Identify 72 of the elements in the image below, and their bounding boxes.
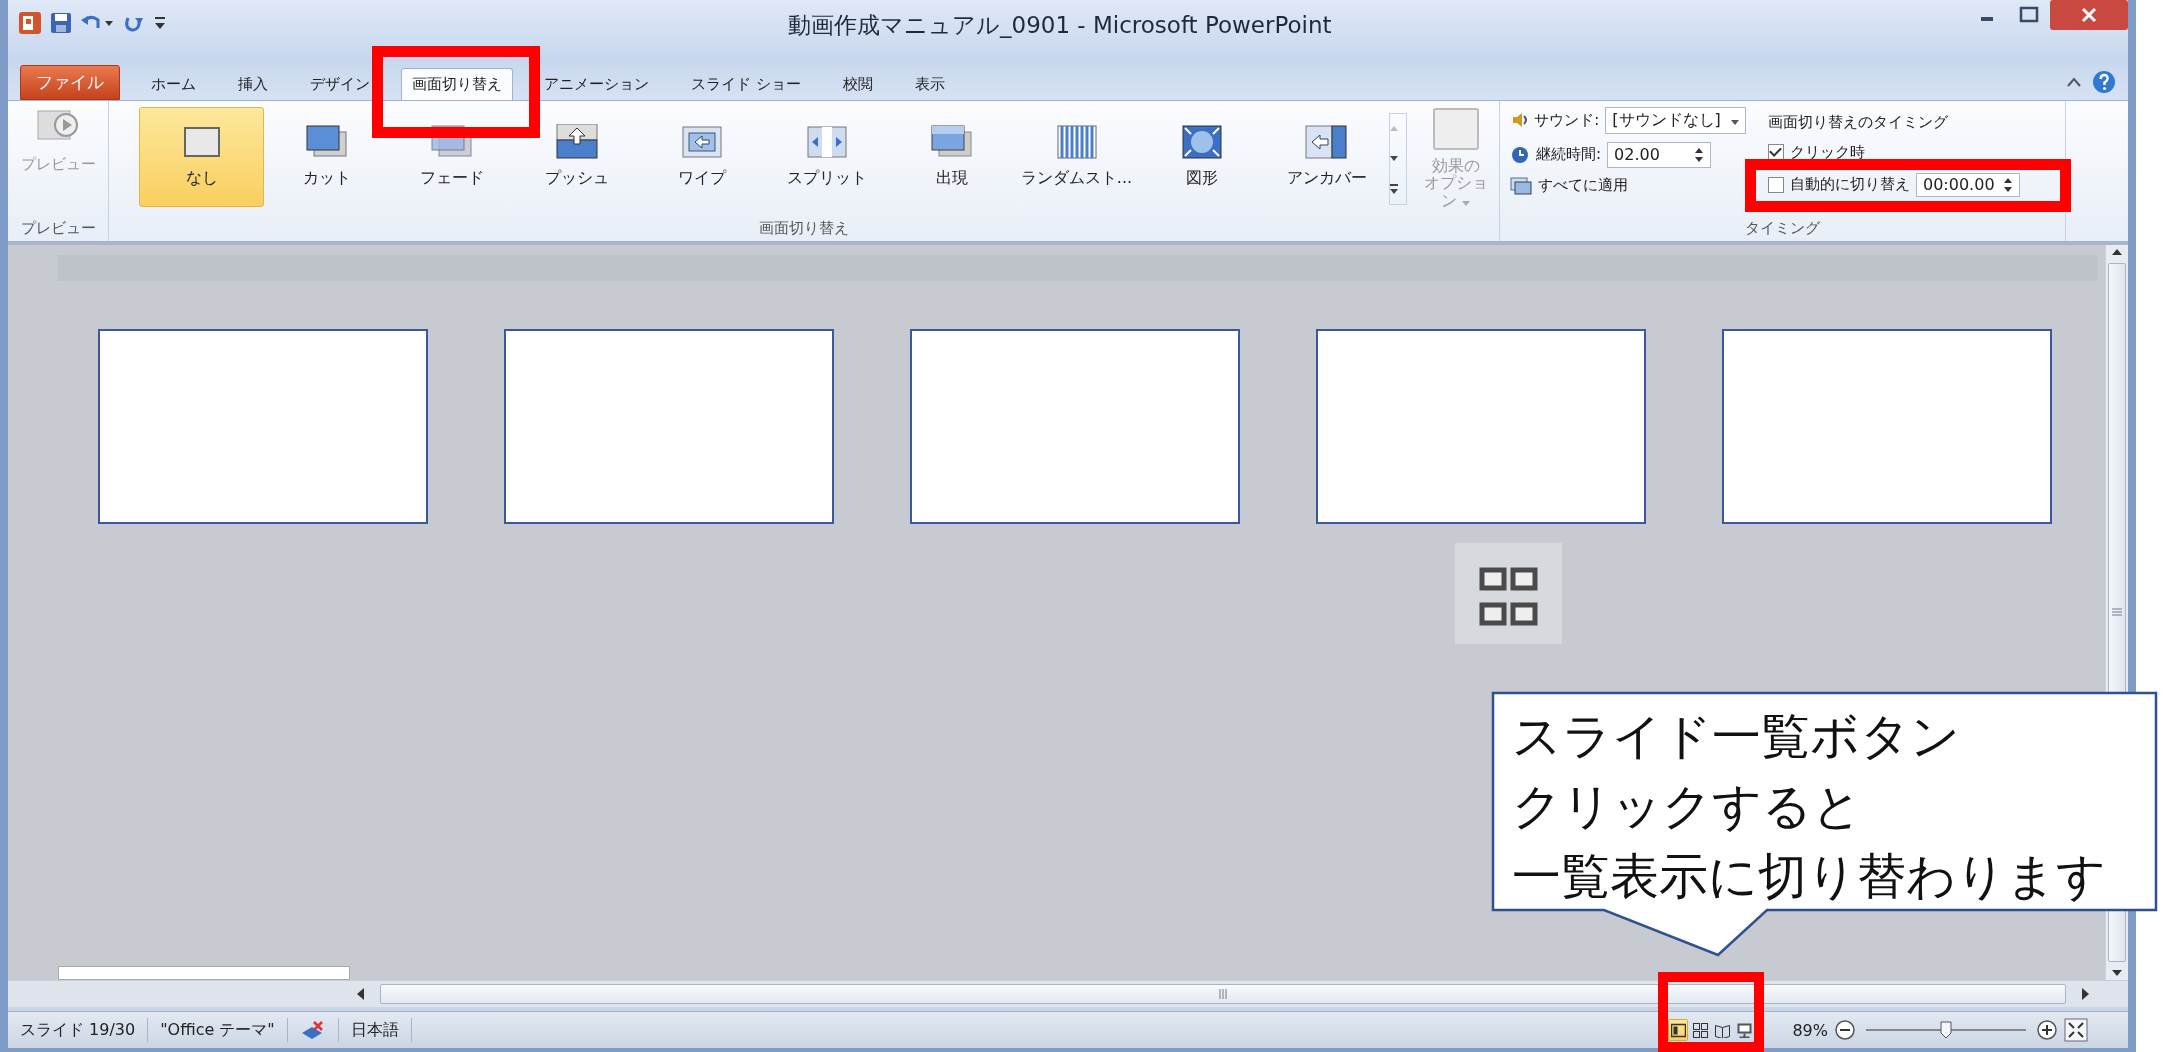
language: 日本語 [338,1018,412,1042]
checkbox-label: クリック時 [1790,142,1865,162]
ribbon-tab[interactable]: 画面切り替え [401,67,513,100]
slider-thumb[interactable] [1940,1021,1952,1039]
ribbon-tab[interactable]: アニメーション [533,67,660,100]
group-label: 画面切り替え [758,217,850,239]
slide-icon [1179,124,1224,161]
callout-text: スライド一覧ボタン クリックすると 一覧表示に切り替わります [1512,707,2106,907]
checkbox[interactable] [1768,176,1784,193]
apply-all-icon [1510,175,1532,196]
transition-button[interactable]: プッシュ [514,106,639,207]
normal-view-icon [1670,1022,1686,1038]
group-label: タイミング [1744,217,1821,239]
transition-button[interactable]: 図形 [1139,106,1264,207]
duration-field[interactable]: 02.00 [1607,141,1712,168]
projector-icon [1736,1022,1752,1038]
dropdown-arrow-icon [1462,200,1471,206]
gallery-scrollbar[interactable] [1389,112,1407,205]
slide-thumbnail[interactable] [98,328,428,524]
ribbon-tab[interactable]: スライド ショー [680,67,812,100]
slide-number: スライド 19/30 [8,1018,149,1042]
slide-thumbnail[interactable] [910,328,1240,524]
app-logo-icon[interactable] [18,11,42,35]
zoom-out-icon[interactable] [1834,1019,1856,1041]
ribbon-tab[interactable]: 校閲 [831,67,884,100]
checkbox[interactable] [1768,144,1784,161]
duration-label: 継続時間: [1536,145,1602,165]
view-button[interactable] [1668,1019,1689,1041]
blank-slide-icon [1431,106,1480,151]
save-icon[interactable] [50,12,72,34]
checkbox-label: 自動的に切り替え [1790,175,1910,195]
group-label: プレビュー [19,217,97,239]
transition-button[interactable]: なし [139,106,264,207]
transition-button[interactable]: フェード [389,106,514,207]
transition-button[interactable]: スプリット [764,106,889,207]
apply-all-button[interactable]: すべてに適用 [1510,175,1746,196]
book-icon [1714,1022,1730,1038]
slide-thumbnail[interactable] [1316,328,1646,524]
window-title: 動画作成マニュアル_0901 - Microsoft PowerPoint [788,11,1332,40]
transition-button[interactable]: カット [264,106,389,207]
grid-icon [1455,543,1562,644]
sound-dropdown[interactable]: [サウンドなし] [1605,106,1746,134]
slide-thumbnail[interactable] [1722,328,2052,524]
help-icon[interactable] [2092,69,2116,94]
timing-heading: 画面切り替えのタイミング [1768,112,1949,132]
transition-button[interactable]: 出現 [889,106,1014,207]
slide-icon [1054,124,1099,161]
zoom-in-icon[interactable] [2036,1019,2058,1041]
transition-button[interactable]: アンカバー [1264,106,1389,207]
dropdown-arrow-icon [1731,119,1739,125]
file-tab[interactable]: ファイル [20,64,120,100]
time-field[interactable]: 00:00.00 [1916,172,2020,197]
slide-icon [554,124,599,161]
ribbon-tab[interactable]: 表示 [903,67,956,100]
transition-button[interactable]: ワイプ [639,106,764,207]
clock-icon [1510,144,1530,165]
slide-thumbnail[interactable] [58,966,350,980]
ribbon-tab[interactable]: 挿入 [227,67,279,100]
transition-button[interactable]: ランダムスト... [1014,106,1139,207]
slide-icon [679,124,724,161]
ribbon-tab[interactable]: ホーム [140,67,207,100]
slide-icon [804,124,849,161]
scrollbar-thumb[interactable] [380,984,2066,1004]
fit-to-window-icon[interactable] [2064,1018,2088,1042]
theme-name: "Office テーマ" [148,1018,288,1042]
close-button[interactable] [2050,0,2128,30]
slide-thumbnail[interactable] [504,328,834,524]
sound-label: サウンド: [1534,110,1600,130]
grid-icon [1692,1022,1708,1038]
slide-icon [1304,124,1349,161]
zoom-level[interactable]: 89% [1792,1020,1828,1040]
ribbon-tab[interactable]: デザイン [299,67,381,100]
